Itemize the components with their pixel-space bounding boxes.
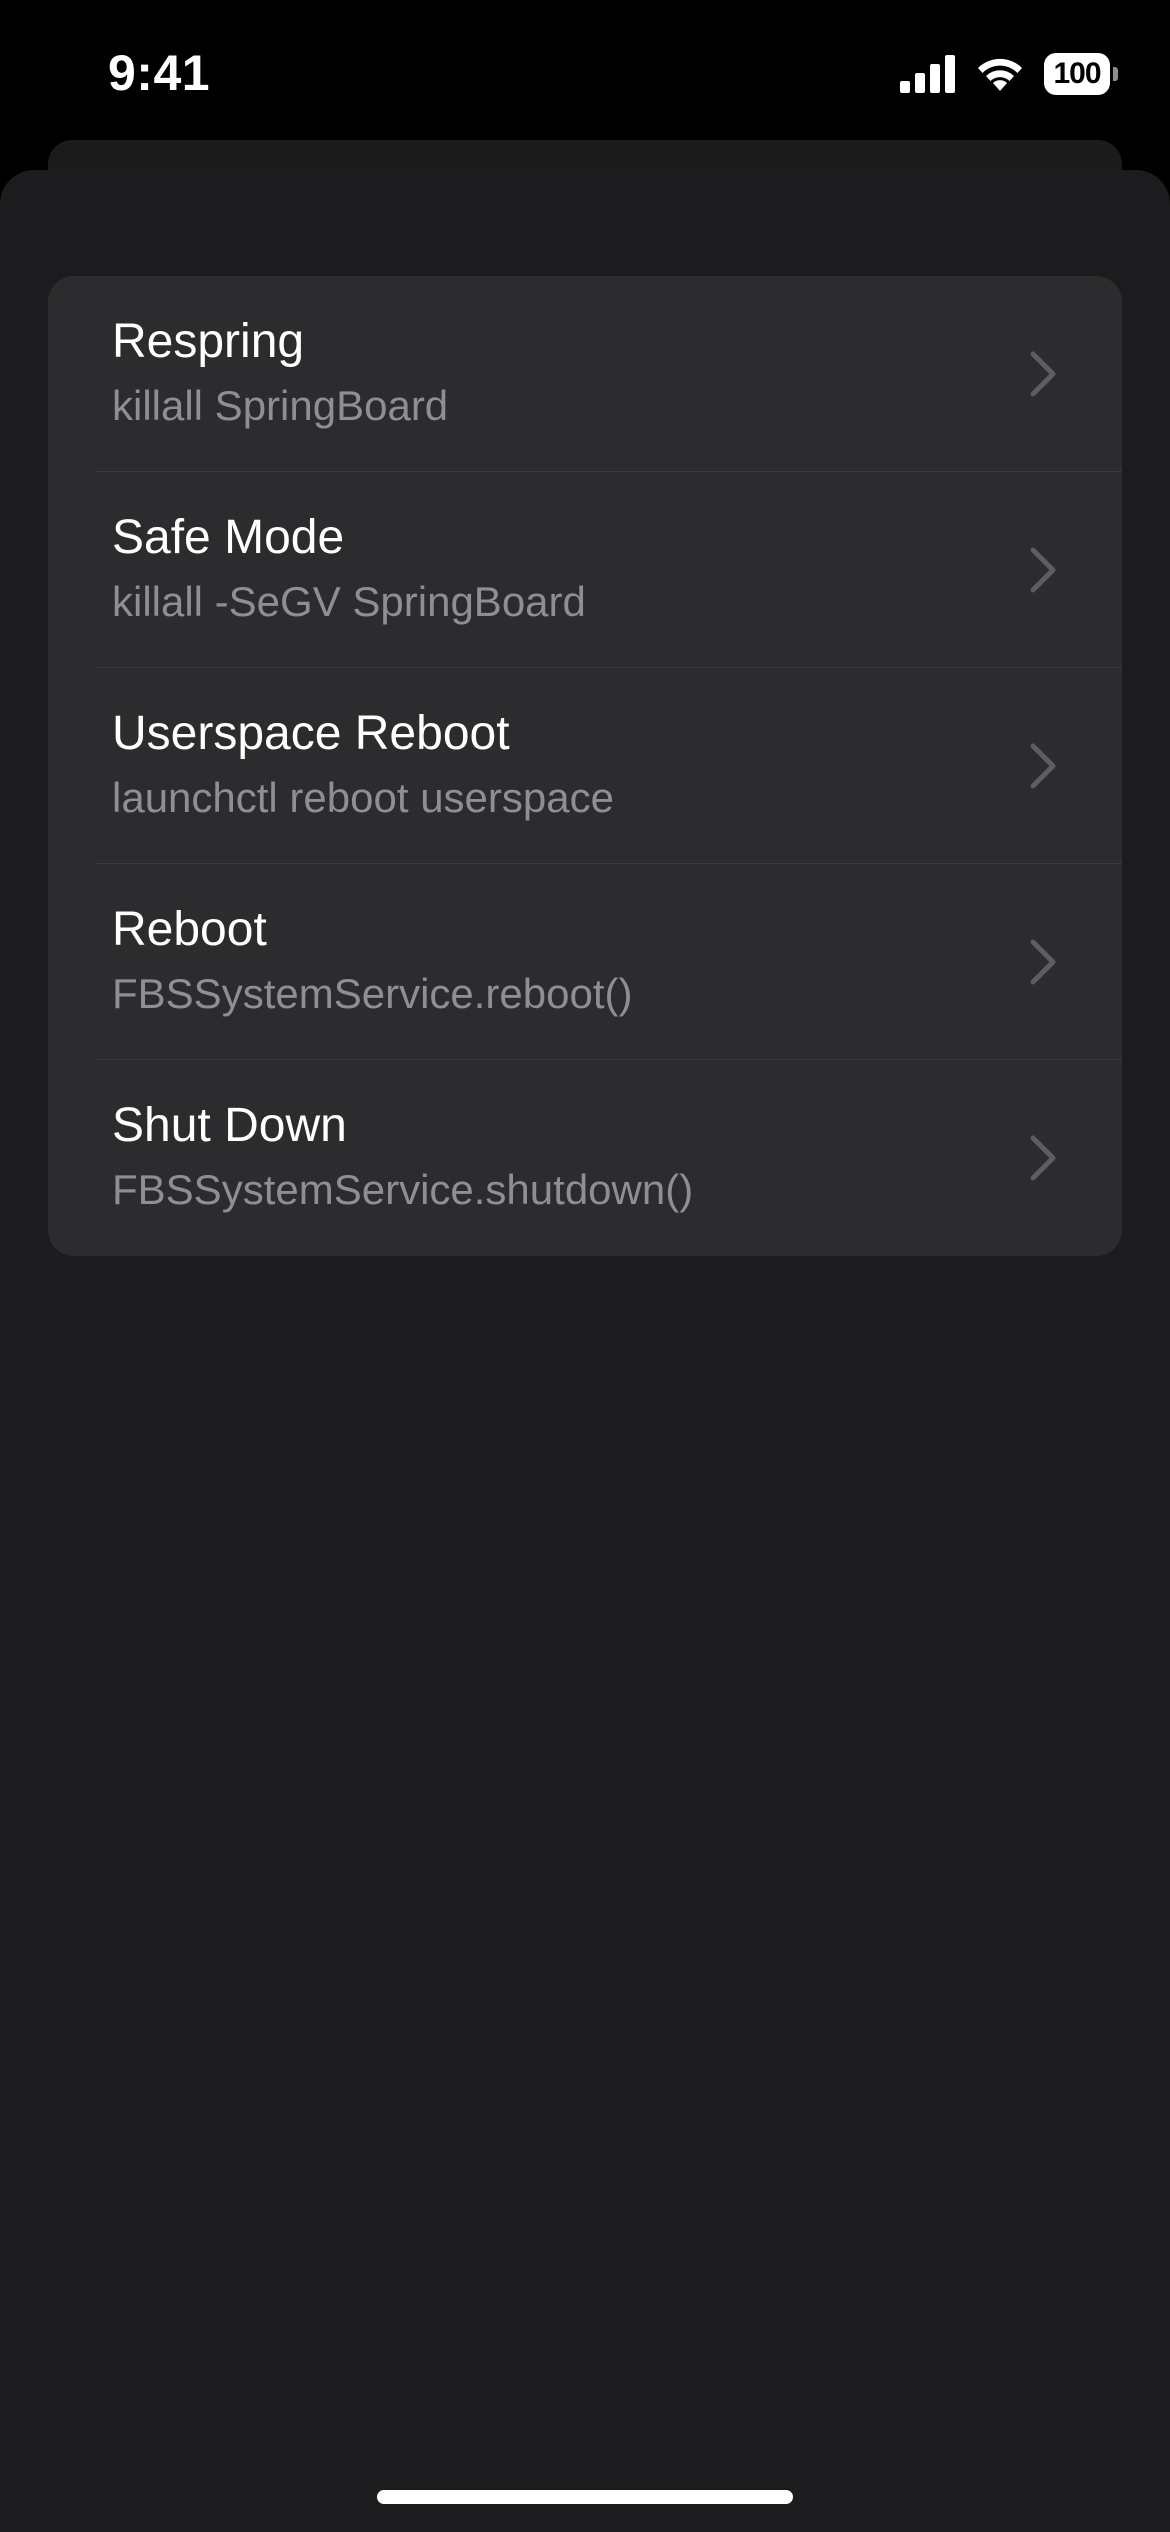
shut-down-row[interactable]: Shut Down FBSSystemService.shutdown() [48, 1060, 1122, 1256]
reboot-row[interactable]: Reboot FBSSystemService.reboot() [48, 864, 1122, 1060]
chevron-right-icon [1030, 743, 1056, 789]
battery-icon: 100 [1044, 53, 1118, 95]
row-title: Userspace Reboot [112, 707, 510, 760]
status-icons: 100 [900, 52, 1118, 96]
status-bar: 9:41 100 [0, 0, 1170, 150]
row-title: Safe Mode [112, 511, 345, 564]
row-subtitle: killall -SeGV SpringBoard [112, 578, 586, 625]
modal-sheet: Respring killall SpringBoard Safe Mode k… [0, 170, 1170, 2532]
signal-icon [900, 55, 955, 93]
row-title: Shut Down [112, 1099, 347, 1152]
safe-mode-row[interactable]: Safe Mode killall -SeGV SpringBoard [48, 472, 1122, 668]
chevron-right-icon [1030, 939, 1056, 985]
status-time: 9:41 [108, 45, 211, 101]
row-title: Respring [112, 315, 305, 368]
wifi-icon [978, 58, 1022, 91]
row-subtitle: launchctl reboot userspace [112, 774, 614, 821]
userspace-reboot-row[interactable]: Userspace Reboot launchctl reboot usersp… [48, 668, 1122, 864]
battery-level: 100 [1044, 53, 1110, 95]
home-indicator[interactable] [377, 2490, 793, 2504]
row-subtitle: FBSSystemService.reboot() [112, 970, 633, 1017]
chevron-right-icon [1030, 1135, 1056, 1181]
row-subtitle: FBSSystemService.shutdown() [112, 1166, 694, 1213]
respring-row[interactable]: Respring killall SpringBoard [48, 276, 1122, 472]
chevron-right-icon [1030, 351, 1056, 397]
row-title: Reboot [112, 903, 267, 956]
power-options-list: Respring killall SpringBoard Safe Mode k… [48, 276, 1122, 1256]
battery-cap [1113, 67, 1118, 81]
chevron-right-icon [1030, 547, 1056, 593]
screen: 9:41 100 Respring killall SpringBoard Sa… [0, 0, 1170, 2532]
row-subtitle: killall SpringBoard [112, 382, 449, 429]
